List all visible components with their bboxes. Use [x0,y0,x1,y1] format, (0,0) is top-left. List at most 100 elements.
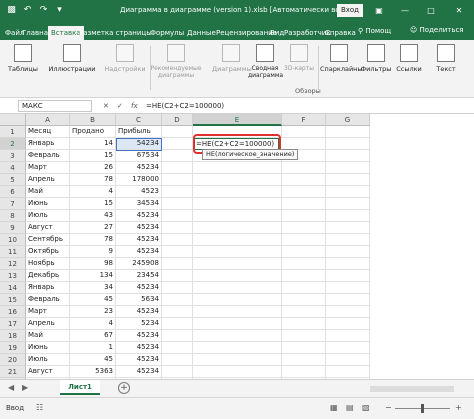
cell[interactable]: 4523 [116,186,162,198]
cell[interactable]: 45234 [116,282,162,294]
cell[interactable]: Июль [26,210,70,222]
ribbon-3d-map[interactable]: 3D-карты [284,44,314,72]
cell[interactable] [326,282,370,294]
row-header[interactable]: 11 [0,246,26,258]
cell[interactable] [282,174,326,186]
cell[interactable]: Октябрь [26,246,70,258]
cell[interactable]: 78 [70,174,116,186]
cell[interactable]: 34534 [116,198,162,210]
cell[interactable] [193,258,282,270]
cell[interactable] [162,270,193,282]
cancel-formula-button[interactable]: ✕ [103,100,109,112]
cell[interactable]: Прибыль [116,126,162,138]
row-header[interactable]: 13 [0,270,26,282]
cell[interactable] [326,294,370,306]
row-header[interactable]: 4 [0,162,26,174]
row-header[interactable]: 16 [0,306,26,318]
cell[interactable] [193,366,282,378]
cell[interactable]: Май [26,186,70,198]
maximize-icon[interactable]: □ [424,4,438,17]
ribbon-links[interactable]: Ссылки [392,44,426,73]
name-box[interactable]: МАКС [18,100,92,112]
customize-icon[interactable]: ▾ [54,5,65,16]
cell[interactable] [282,222,326,234]
cell[interactable]: 34 [70,282,116,294]
tab-formulas[interactable]: Формулы [150,26,184,40]
cell[interactable] [282,198,326,210]
formula-input[interactable]: =НЕ(C2+C2=100000) [146,100,466,112]
cell[interactable] [193,186,282,198]
cell[interactable]: Март [26,306,70,318]
column-header-g[interactable]: G [326,114,370,126]
row-header[interactable]: 21 [0,366,26,378]
cell[interactable]: Декабрь [26,270,70,282]
cell[interactable]: 67 [70,330,116,342]
row-header[interactable]: 1 [0,126,26,138]
minimize-icon[interactable]: — [398,4,412,17]
cell[interactable] [193,294,282,306]
login-button[interactable]: Вход [337,4,363,17]
row-header[interactable]: 15 [0,294,26,306]
cell[interactable]: 5634 [116,294,162,306]
cell[interactable] [282,354,326,366]
row-header[interactable]: 6 [0,186,26,198]
cell[interactable]: Февраль [26,150,70,162]
cell[interactable] [282,234,326,246]
cell[interactable] [193,270,282,282]
cell[interactable] [326,126,370,138]
redo-icon[interactable]: ↷ [38,5,49,16]
select-all-corner[interactable] [0,114,26,126]
cell[interactable] [326,246,370,258]
cell[interactable]: 45234 [116,306,162,318]
cell[interactable]: 98 [70,258,116,270]
ribbon-display-icon[interactable]: ▣ [372,4,386,17]
cell[interactable] [162,234,193,246]
cell[interactable]: Апрель [26,174,70,186]
cell[interactable] [193,210,282,222]
horizontal-scrollbar[interactable] [370,386,454,392]
row-header[interactable]: 8 [0,210,26,222]
cell[interactable] [162,330,193,342]
cell[interactable]: 1 [70,342,116,354]
cell[interactable] [282,246,326,258]
cell[interactable]: 23 [70,306,116,318]
row-header[interactable]: 9 [0,222,26,234]
cell[interactable] [326,198,370,210]
cell[interactable] [193,306,282,318]
cell[interactable]: 15 [70,198,116,210]
cell[interactable] [282,342,326,354]
insert-function-button[interactable]: fx [131,100,138,112]
undo-icon[interactable]: ↶ [22,5,33,16]
cell[interactable]: 45 [70,354,116,366]
tab-page-layout[interactable]: Разметка страницы [79,26,152,40]
cell[interactable]: 45234 [116,222,162,234]
cell[interactable] [162,210,193,222]
cell[interactable] [162,174,193,186]
cell[interactable] [193,234,282,246]
cell[interactable] [282,294,326,306]
page-break-view-icon[interactable]: ▧ [362,403,370,412]
row-header[interactable]: 2 [0,138,26,150]
ribbon-charts[interactable]: Диаграммы [212,44,252,73]
cell[interactable] [162,318,193,330]
tab-view[interactable]: Вид [270,26,284,40]
cell[interactable]: Ноябрь [26,258,70,270]
cell[interactable] [326,258,370,270]
cell[interactable]: 4 [70,186,116,198]
cell[interactable] [326,318,370,330]
cell[interactable]: Март [26,162,70,174]
cell[interactable] [162,198,193,210]
cell[interactable]: 78 [70,234,116,246]
cell[interactable] [162,126,193,138]
cell[interactable] [162,222,193,234]
normal-view-icon[interactable]: ▦ [330,403,338,412]
cell[interactable]: 5234 [116,318,162,330]
sheet-next-icon[interactable]: ▶ [22,383,28,392]
cell[interactable]: 26 [70,162,116,174]
cell[interactable] [162,294,193,306]
row-header[interactable]: 17 [0,318,26,330]
cell[interactable] [282,318,326,330]
row-header[interactable]: 3 [0,150,26,162]
cell[interactable]: 45234 [116,246,162,258]
cell[interactable]: Июль [26,354,70,366]
